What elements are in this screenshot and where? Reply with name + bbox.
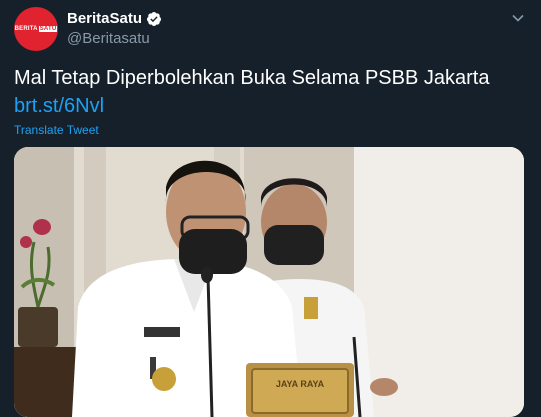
avatar-logo-text: BERITA bbox=[14, 26, 38, 32]
author-name-row[interactable]: BeritaSatu bbox=[67, 10, 162, 27]
avatar-logo-box-text: SATU bbox=[38, 26, 58, 32]
author-display-name[interactable]: BeritaSatu bbox=[67, 10, 142, 27]
verified-badge-icon bbox=[146, 11, 162, 27]
tweet-text: Mal Tetap Diperbolehkan Buka Selama PSBB… bbox=[14, 67, 490, 89]
photo-illustration: JAYA RAYA bbox=[14, 147, 524, 417]
tweet-link[interactable]: brt.st/6Nvl bbox=[14, 94, 104, 118]
avatar[interactable]: BERITA SATU bbox=[14, 7, 58, 51]
podium-text: JAYA RAYA bbox=[276, 379, 325, 389]
podium: JAYA RAYA bbox=[246, 363, 354, 417]
beritasatu-logo: BERITA SATU bbox=[15, 26, 58, 32]
author-handle[interactable]: @Beritasatu bbox=[67, 30, 150, 47]
tweet-photo[interactable]: JAYA RAYA bbox=[14, 147, 524, 417]
translate-tweet-link[interactable]: Translate Tweet bbox=[14, 123, 99, 137]
chevron-down-icon[interactable] bbox=[510, 10, 526, 26]
